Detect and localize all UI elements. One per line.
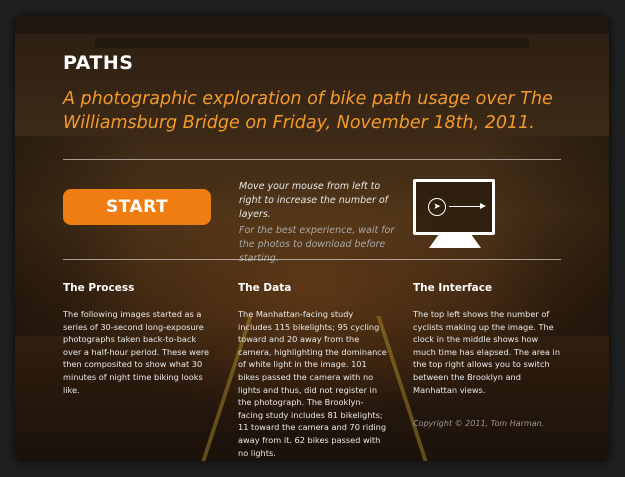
copyright-text: Copyright © 2011, Tom Harman.: [413, 419, 545, 428]
section-body: The top left shows the number of cyclist…: [413, 309, 561, 395]
page-title: PATHS: [63, 52, 134, 74]
divider: [63, 159, 561, 160]
arrow-right-icon: [449, 206, 483, 207]
start-button[interactable]: START: [63, 189, 211, 225]
section-heading: The Data: [238, 282, 292, 294]
page-subtitle: A photographic exploration of bike path …: [63, 89, 553, 133]
intro-panel: PATHS A photographic exploration of bike…: [15, 16, 609, 461]
cursor-icon: ➤: [428, 198, 446, 216]
section-interface: The Interface The top left shows the num…: [413, 282, 563, 396]
section-body: The Manhattan-facing study includes 115 …: [238, 309, 387, 458]
monitor-icon: ➤: [413, 179, 495, 251]
instructions: Move your mouse from left to right to in…: [239, 180, 399, 266]
section-body: The following images started as a series…: [63, 309, 210, 395]
bridge-beam: [15, 16, 609, 34]
section-heading: The Process: [63, 282, 135, 294]
instructions-text: Move your mouse from left to right to in…: [239, 181, 389, 220]
arrow-head-icon: [480, 203, 486, 209]
monitor-screen: ➤: [413, 179, 495, 235]
section-process: The Process The following images started…: [63, 282, 213, 396]
divider: [63, 259, 561, 260]
bridge-beam: [95, 38, 529, 48]
section-data: The Data The Manhattan-facing study incl…: [238, 282, 388, 459]
section-heading: The Interface: [413, 282, 493, 294]
monitor-stand: [429, 235, 481, 248]
